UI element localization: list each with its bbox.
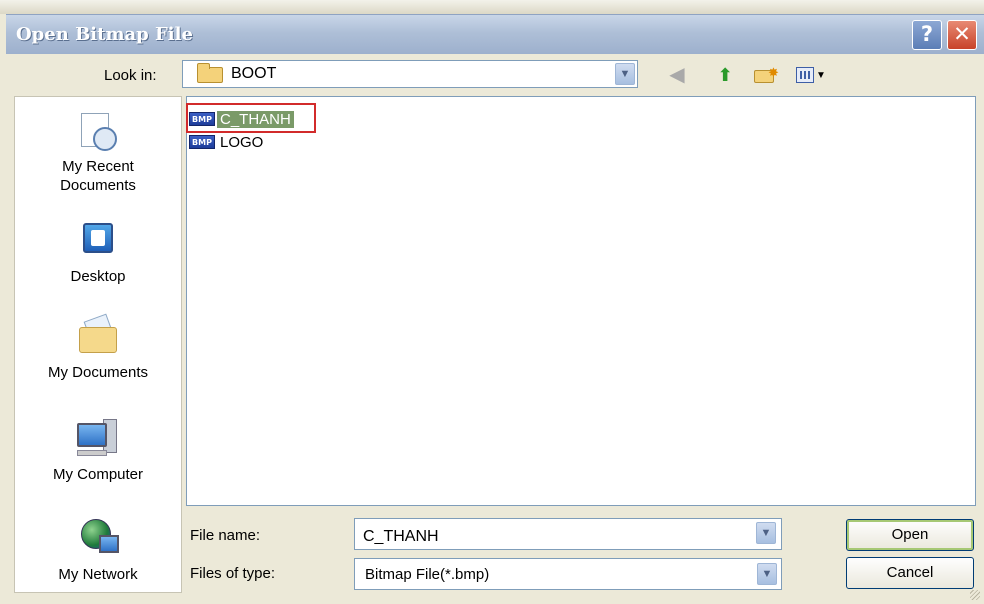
background-strip bbox=[0, 0, 984, 14]
file-type-dropdown-button[interactable]: ▼ bbox=[757, 563, 777, 585]
file-type-value: Bitmap File(*.bmp) bbox=[365, 566, 490, 583]
my-computer-icon bbox=[73, 417, 123, 459]
file-item-logo[interactable]: BMP LOGO bbox=[189, 132, 266, 152]
place-label: My Network bbox=[58, 566, 138, 583]
place-label: Documents bbox=[60, 177, 136, 194]
place-label: My Documents bbox=[47, 364, 149, 381]
place-my-recent-documents[interactable]: My Recent Documents bbox=[15, 109, 181, 195]
file-name-dropdown-button[interactable]: ▼ bbox=[756, 522, 776, 544]
dialog-title: Open Bitmap File bbox=[16, 24, 193, 45]
look-in-label: Look in: bbox=[104, 67, 157, 84]
folder-icon bbox=[197, 63, 223, 83]
open-bitmap-dialog: Open Bitmap File ? ✕ Look in: BOOT ▼ ◀ ⬆… bbox=[0, 0, 984, 604]
place-label: My Computer bbox=[52, 466, 144, 483]
place-my-computer[interactable]: My Computer bbox=[15, 417, 181, 484]
close-button[interactable]: ✕ bbox=[947, 20, 977, 50]
place-my-network[interactable]: My Network bbox=[15, 517, 181, 584]
file-type-select[interactable]: Bitmap File(*.bmp) ▼ bbox=[354, 558, 782, 590]
selection-highlight-box bbox=[186, 103, 316, 133]
file-name-input[interactable] bbox=[354, 518, 782, 550]
title-bar[interactable]: Open Bitmap File ? ✕ bbox=[6, 14, 984, 54]
places-bar: My Recent Documents Desktop My Documents… bbox=[14, 96, 182, 593]
look-in-combo[interactable]: BOOT ▼ bbox=[182, 60, 638, 88]
look-in-value: BOOT bbox=[231, 65, 277, 82]
file-name-label: LOGO bbox=[220, 133, 264, 151]
my-documents-icon bbox=[73, 313, 123, 357]
file-list[interactable]: BMP C_THANH BMP LOGO bbox=[186, 96, 976, 506]
place-desktop[interactable]: Desktop bbox=[15, 219, 181, 286]
up-folder-icon[interactable]: ⬆ bbox=[712, 64, 738, 86]
place-label: Desktop bbox=[70, 268, 126, 285]
back-arrow-icon[interactable]: ◀ bbox=[664, 64, 690, 86]
views-menu-icon[interactable]: ▼ bbox=[796, 64, 826, 86]
desktop-icon bbox=[73, 219, 123, 261]
my-network-icon bbox=[73, 517, 123, 559]
new-folder-icon[interactable]: ✸ bbox=[752, 64, 779, 86]
bmp-file-icon: BMP bbox=[189, 135, 215, 149]
place-label: My Recent bbox=[62, 158, 134, 175]
help-button[interactable]: ? bbox=[912, 20, 942, 50]
open-button[interactable]: Open bbox=[846, 519, 974, 551]
look-in-dropdown-button[interactable]: ▼ bbox=[615, 63, 635, 85]
file-type-label: Files of type: bbox=[190, 565, 276, 582]
recent-documents-icon bbox=[73, 109, 123, 151]
place-my-documents[interactable]: My Documents bbox=[15, 313, 181, 382]
cancel-button[interactable]: Cancel bbox=[846, 557, 974, 589]
file-name-label: File name: bbox=[190, 527, 261, 544]
resize-grip[interactable] bbox=[970, 590, 980, 600]
